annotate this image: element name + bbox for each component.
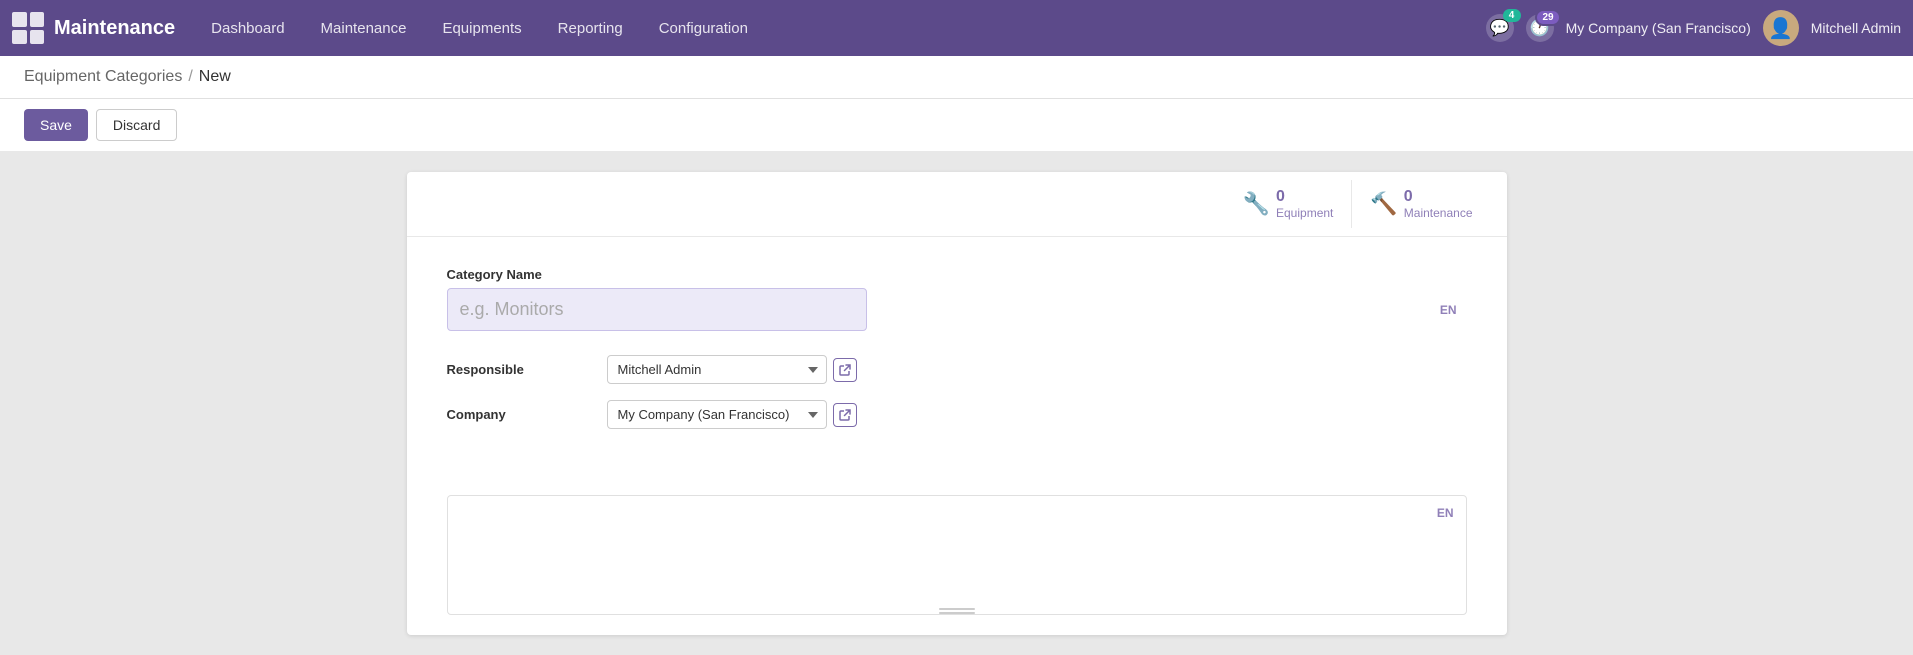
external-link-icon <box>839 364 851 376</box>
avatar[interactable]: 👤 <box>1763 10 1799 46</box>
notes-lang-badge: EN <box>1437 506 1454 520</box>
save-button[interactable]: Save <box>24 109 88 141</box>
breadcrumb-parent[interactable]: Equipment Categories <box>24 68 182 86</box>
company-row: Company My Company (San Francisco) <box>447 400 1467 429</box>
menu-item-reporting[interactable]: Reporting <box>542 12 639 45</box>
equipment-stat-button[interactable]: 🔧 0 Equipment <box>1225 180 1352 228</box>
resize-handle[interactable] <box>937 608 977 614</box>
top-navigation: Maintenance Dashboard Maintenance Equipm… <box>0 0 1913 56</box>
category-name-label: Category Name <box>447 267 1467 282</box>
activity-count-badge: 29 <box>1535 9 1560 26</box>
company-input-wrap: My Company (San Francisco) <box>607 400 857 429</box>
equipment-stat-info: 0 Equipment <box>1276 188 1333 220</box>
responsible-row: Responsible Mitchell Admin <box>447 355 1467 384</box>
equipment-icon: 🔧 <box>1243 191 1270 217</box>
app-title: Maintenance <box>54 17 175 40</box>
category-name-field-wrap: EN <box>447 288 1467 331</box>
responsible-input-wrap: Mitchell Admin <box>607 355 857 384</box>
action-toolbar: Save Discard <box>0 99 1913 152</box>
topnav-right-section: 💬 4 🕐 29 My Company (San Francisco) 👤 Mi… <box>1486 10 1901 46</box>
app-logo[interactable]: Maintenance <box>12 12 175 44</box>
stats-row: 🔧 0 Equipment 🔨 0 Maintenance <box>407 172 1507 237</box>
company-external-link[interactable] <box>833 403 857 427</box>
responsible-external-link[interactable] <box>833 358 857 382</box>
activities-button[interactable]: 🕐 29 <box>1526 14 1554 42</box>
menu-item-equipments[interactable]: Equipments <box>426 12 537 45</box>
form-body: Category Name EN Responsible Mitchell Ad… <box>407 237 1507 475</box>
menu-item-dashboard[interactable]: Dashboard <box>195 12 300 45</box>
resize-line-2 <box>939 612 975 614</box>
category-name-input[interactable] <box>447 288 867 331</box>
username-label: Mitchell Admin <box>1811 20 1901 36</box>
breadcrumb: Equipment Categories / New <box>24 68 231 86</box>
form-card: 🔧 0 Equipment 🔨 0 Maintenance Category N… <box>407 172 1507 635</box>
responsible-label: Responsible <box>447 362 607 377</box>
notes-area[interactable]: EN <box>447 495 1467 615</box>
maintenance-label: Maintenance <box>1404 206 1473 220</box>
equipment-count: 0 <box>1276 188 1285 206</box>
company-label: Company <box>447 407 607 422</box>
breadcrumb-separator: / <box>188 68 192 86</box>
company-external-link-icon <box>839 409 851 421</box>
messages-button[interactable]: 💬 4 <box>1486 14 1514 42</box>
page-header: Equipment Categories / New <box>0 56 1913 99</box>
wrench-icon: 🔨 <box>1370 191 1397 217</box>
resize-line-1 <box>939 608 975 610</box>
company-selector[interactable]: My Company (San Francisco) <box>1566 20 1751 36</box>
maintenance-stat-info: 0 Maintenance <box>1404 188 1473 220</box>
menu-item-maintenance[interactable]: Maintenance <box>305 12 423 45</box>
equipment-label: Equipment <box>1276 206 1333 220</box>
discard-button[interactable]: Discard <box>96 109 177 141</box>
grid-icon <box>12 12 44 44</box>
responsible-select[interactable]: Mitchell Admin <box>607 355 827 384</box>
message-count-badge: 4 <box>1503 9 1521 22</box>
maintenance-count: 0 <box>1404 188 1413 206</box>
menu-item-configuration[interactable]: Configuration <box>643 12 764 45</box>
breadcrumb-current: New <box>199 68 231 86</box>
company-select[interactable]: My Company (San Francisco) <box>607 400 827 429</box>
main-content: 🔧 0 Equipment 🔨 0 Maintenance Category N… <box>0 152 1913 655</box>
maintenance-stat-button[interactable]: 🔨 0 Maintenance <box>1351 180 1490 228</box>
category-name-lang-badge: EN <box>1440 303 1457 317</box>
main-menu: Dashboard Maintenance Equipments Reporti… <box>195 12 1485 45</box>
